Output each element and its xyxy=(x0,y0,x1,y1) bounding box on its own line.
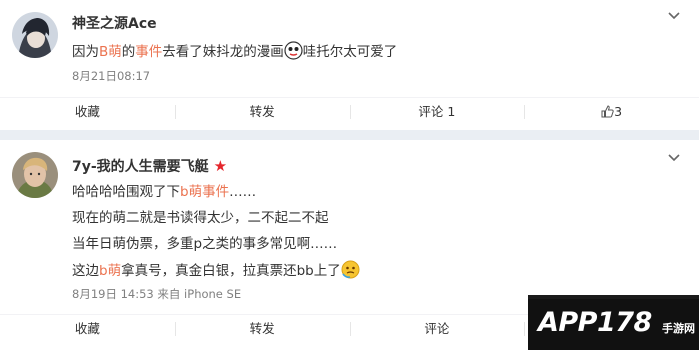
avatar[interactable] xyxy=(12,12,58,58)
post-text-line: 哈哈哈哈围观了下b萌事件…… xyxy=(72,184,257,200)
link-bmeng[interactable]: b萌 xyxy=(99,263,121,279)
link-bmeng-event[interactable]: b萌事件 xyxy=(180,184,229,200)
timestamp[interactable]: 8月19日 14:53 xyxy=(72,287,154,301)
avatar[interactable] xyxy=(12,152,58,198)
chevron-down-icon[interactable] xyxy=(667,152,681,166)
emoji-icon xyxy=(284,41,303,60)
member-star-icon[interactable]: ★ xyxy=(214,157,227,175)
thumbs-up-icon xyxy=(601,100,614,128)
emoji-icon xyxy=(341,260,360,279)
username[interactable]: 神圣之源Ace xyxy=(72,13,157,33)
post-meta: 8月19日 14:53 来自 iPhone SE xyxy=(72,286,241,302)
post-text-line: 现在的萌二就是书读得太少，二不起二不起 xyxy=(72,210,329,226)
save-button[interactable]: 收藏 xyxy=(0,315,175,343)
source[interactable]: 来自 iPhone SE xyxy=(157,287,241,301)
comment-button[interactable]: 评论 xyxy=(349,315,525,343)
link-event[interactable]: 事件 xyxy=(135,44,162,60)
repost-button[interactable]: 转发 xyxy=(174,98,350,126)
watermark-logo: APP178 手游网 xyxy=(528,295,699,350)
action-bar: 收藏 转发 评论 1 3 xyxy=(0,97,699,126)
post-card: 神圣之源Ace 因为B萌的事件去看了妹抖龙的漫画 哇托尔太可爱了 8月21日08:… xyxy=(0,0,699,130)
watermark-subtext: 手游网 xyxy=(662,322,695,335)
post-text: 因为B萌的事件去看了妹抖龙的漫画 哇托尔太可爱了 xyxy=(72,40,397,60)
like-button[interactable]: 3 xyxy=(524,98,699,126)
comment-button[interactable]: 评论 1 xyxy=(349,98,525,126)
save-button[interactable]: 收藏 xyxy=(0,98,175,126)
repost-button[interactable]: 转发 xyxy=(174,315,350,343)
like-count: 3 xyxy=(614,104,623,119)
watermark-text: APP178 xyxy=(538,307,652,338)
chevron-down-icon[interactable] xyxy=(667,10,681,24)
link-bmeng[interactable]: B萌 xyxy=(99,44,122,60)
post-text-line: 当年日萌伪票，多重p之类的事多常见啊…… xyxy=(72,236,338,252)
post-text-line: 这边b萌拿真号，真金白银，拉真票还bb上了 xyxy=(72,259,360,279)
username[interactable]: 7y-我的人生需要飞艇 ★ xyxy=(72,156,227,176)
timestamp[interactable]: 8月21日08:17 xyxy=(72,68,150,84)
